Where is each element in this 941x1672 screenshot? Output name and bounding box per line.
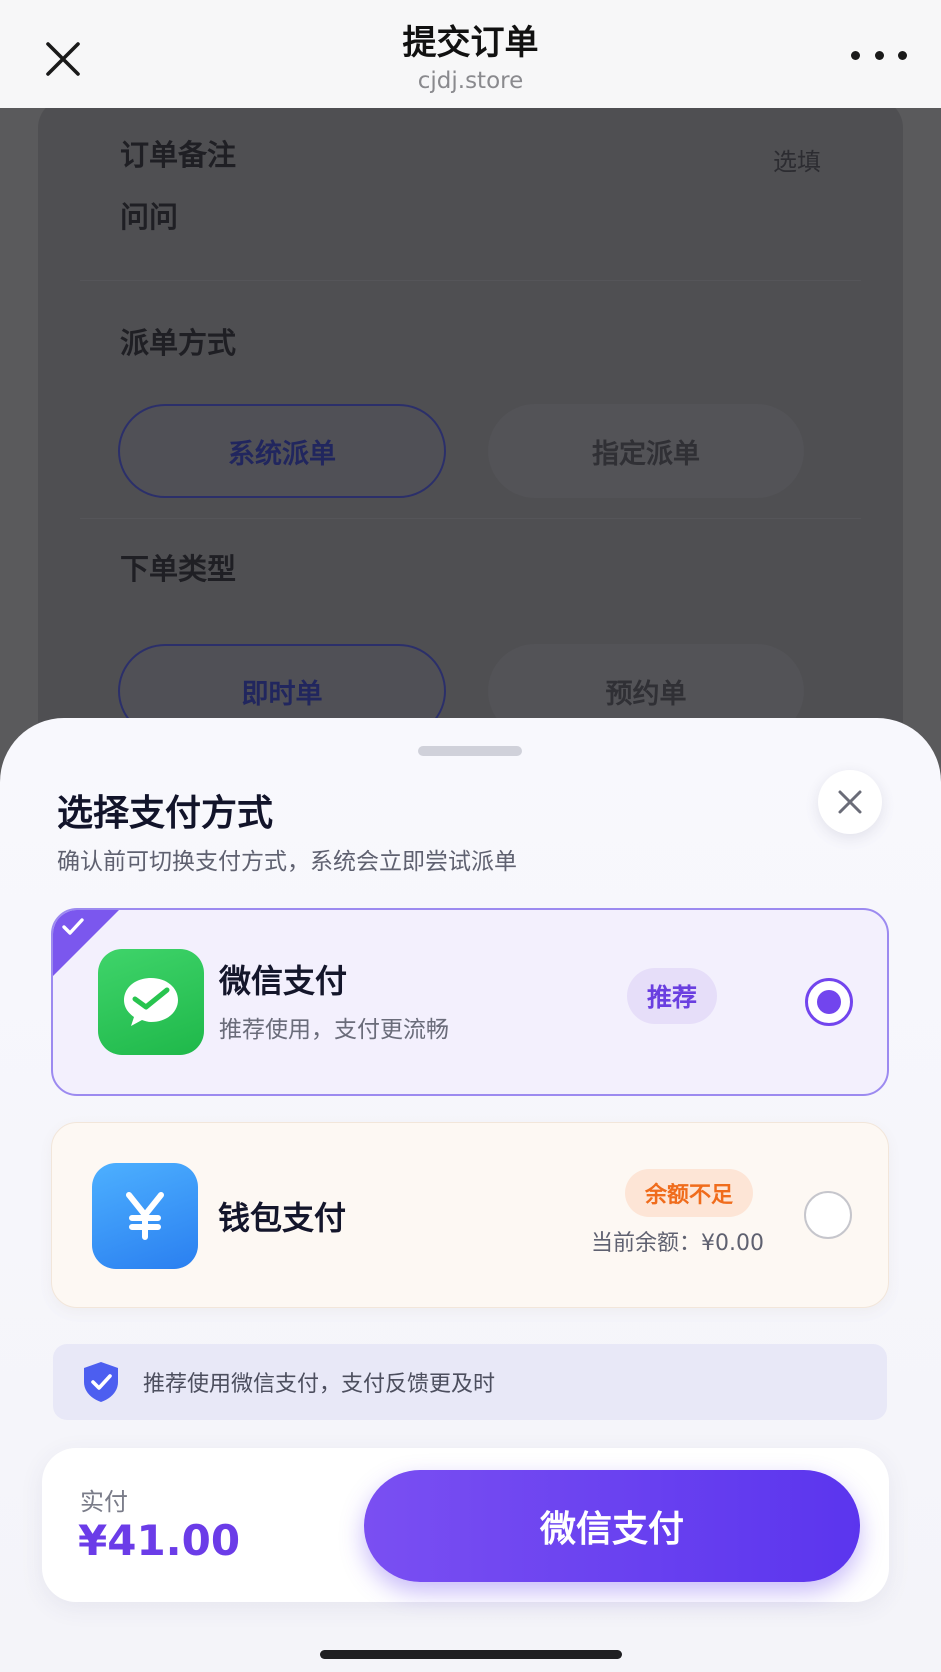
dispatch-label: 派单方式 xyxy=(120,326,237,360)
remark-value[interactable]: 问问 xyxy=(120,194,178,236)
home-indicator xyxy=(320,1650,622,1659)
yen-icon xyxy=(126,1192,164,1240)
payment-bottom-sheet: 选择支付方式 确认前可切换支付方式，系统会立即尝试派单 微信支付 推荐使用，支付… xyxy=(0,718,941,1672)
nav-title-group: 提交订单 cjdj.store xyxy=(0,22,941,96)
current-balance: 当前余额：¥0.00 xyxy=(591,1231,764,1256)
radio-unselected[interactable] xyxy=(804,1191,852,1239)
insufficient-balance-badge: 余额不足 xyxy=(625,1169,754,1217)
payment-option-wallet[interactable]: 钱包支付 余额不足 当前余额：¥0.00 xyxy=(51,1122,889,1308)
sheet-grabber[interactable] xyxy=(418,746,522,756)
payment-page: 提交订单 cjdj.store 订单备注 选填 问问 派单方式 系统派单 指定派… xyxy=(0,0,941,1672)
wallet-yen-icon xyxy=(92,1163,198,1269)
dispatch-option-system[interactable]: 系统派单 xyxy=(118,404,446,498)
sheet-subtitle: 确认前可切换支付方式，系统会立即尝试派单 xyxy=(57,849,517,875)
payment-desc: 推荐使用，支付更流畅 xyxy=(219,1017,449,1043)
payment-name: 微信支付 xyxy=(219,962,348,1000)
payment-summary-bar: 实付 ¥41.00 微信支付 xyxy=(42,1448,889,1602)
page-title: 提交订单 xyxy=(402,23,539,63)
dispatch-option-assigned[interactable]: 指定派单 xyxy=(488,404,804,498)
more-icon xyxy=(851,50,860,60)
shield-check-icon xyxy=(84,1362,118,1402)
sheet-title: 选择支付方式 xyxy=(57,793,274,834)
order-type-label: 下单类型 xyxy=(120,552,237,586)
recommend-badge: 推荐 xyxy=(627,968,718,1024)
divider xyxy=(80,518,861,519)
close-icon xyxy=(838,790,862,814)
remark-optional-hint: 选填 xyxy=(773,148,821,176)
wechat-pay-icon xyxy=(98,949,204,1055)
sheet-close-button[interactable] xyxy=(818,770,882,834)
tip-banner: 推荐使用微信支付，支付反馈更及时 xyxy=(53,1344,887,1420)
tip-text: 推荐使用微信支付，支付反馈更及时 xyxy=(143,1372,496,1397)
more-button[interactable] xyxy=(851,38,907,72)
amount-label: 实付 xyxy=(80,1488,128,1516)
order-form-background: 订单备注 选填 问问 派单方式 系统派单 指定派单 下单类型 即时单 预约单 xyxy=(0,98,941,798)
payment-name: 钱包支付 xyxy=(218,1199,347,1237)
radio-selected[interactable] xyxy=(805,978,853,1026)
remark-label: 订单备注 xyxy=(120,138,237,172)
payment-option-wechat[interactable]: 微信支付 推荐使用，支付更流畅 推荐 xyxy=(51,908,889,1096)
check-icon xyxy=(62,918,84,935)
top-navbar: 提交订单 cjdj.store xyxy=(0,0,941,108)
page-domain: cjdj.store xyxy=(417,68,524,94)
wechat-bubble-icon xyxy=(124,978,178,1026)
amount-value: ¥41.00 xyxy=(78,1516,241,1565)
pay-button[interactable]: 微信支付 xyxy=(364,1470,860,1582)
divider xyxy=(80,280,861,281)
